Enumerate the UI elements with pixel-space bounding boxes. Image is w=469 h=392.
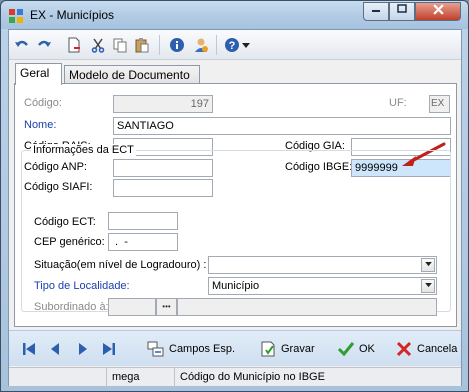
status-bar: mega Código do Município no IBGE	[9, 367, 461, 387]
uf-label: UF:	[389, 97, 407, 109]
cut-button[interactable]	[88, 35, 108, 55]
municipios-window: EX - Municípios ? Geral Modelo de Docume…	[0, 0, 469, 392]
help-icon: ?	[225, 38, 239, 52]
user-icon	[195, 38, 208, 52]
tipo-localidade-dropdown-button[interactable]	[421, 279, 435, 293]
tab-geral-label: Geral	[20, 66, 50, 80]
situacao-select[interactable]	[208, 256, 437, 274]
undo-button[interactable]	[12, 35, 32, 55]
ect-group-title: Informações da ECT	[31, 144, 136, 156]
tab-modelo-documento-label: Modelo de Documento	[69, 68, 190, 82]
campos-esp-button[interactable]: Campos Esp.	[147, 339, 235, 359]
user-button[interactable]	[191, 35, 211, 55]
campos-esp-label: Campos Esp.	[169, 343, 236, 355]
close-icon	[432, 4, 444, 15]
nome-label: Nome:	[24, 119, 57, 131]
copy-icon	[113, 38, 127, 53]
cancela-button[interactable]: Cancela	[395, 339, 457, 359]
info-icon	[170, 38, 184, 52]
toolbar: ?	[9, 30, 461, 60]
minimize-button[interactable]	[363, 2, 389, 21]
ok-label: OK	[359, 343, 375, 355]
codigo-ect-label: Código ECT:	[34, 216, 96, 228]
new-document-button[interactable]	[64, 35, 84, 55]
gravar-button[interactable]: Gravar	[259, 339, 315, 359]
maximize-icon	[397, 4, 407, 13]
first-record-icon[interactable]	[21, 341, 37, 357]
last-record-icon[interactable]	[101, 341, 117, 357]
status-cell-user: mega	[107, 368, 175, 387]
toolbar-separator	[216, 35, 217, 55]
subordinado-code-field	[108, 298, 156, 316]
subordinado-lookup-button[interactable]: •••	[156, 298, 177, 316]
ok-button[interactable]: OK	[337, 339, 375, 359]
gravar-label: Gravar	[281, 343, 315, 355]
toolbar-separator	[159, 35, 160, 55]
tipo-localidade-value: Município	[212, 280, 260, 292]
chevron-down-icon	[424, 283, 432, 288]
status-cell-hint: Código do Município no IBGE	[180, 371, 325, 383]
nome-field[interactable]: SANTIAGO	[113, 117, 451, 135]
previous-record-icon[interactable]	[47, 341, 63, 357]
cancel-x-icon	[396, 341, 412, 357]
paste-button[interactable]	[132, 35, 152, 55]
cep-generico-label: CEP genérico:	[34, 236, 105, 248]
tab-geral[interactable]: Geral	[15, 63, 62, 85]
new-document-icon	[68, 37, 80, 53]
tab-modelo-documento[interactable]: Modelo de Documento	[64, 65, 200, 85]
minimize-icon	[372, 10, 380, 12]
help-dropdown-button[interactable]	[240, 35, 252, 55]
chevron-down-icon	[424, 262, 432, 267]
subordinado-name-field	[177, 298, 437, 316]
close-button[interactable]	[415, 2, 461, 21]
maximize-button[interactable]	[389, 2, 415, 21]
app-icon	[9, 9, 23, 23]
tipo-localidade-label: Tipo de Localidade:	[34, 280, 130, 292]
codigo-field: 197	[113, 95, 213, 113]
situacao-label: Situação(em nível de Logradouro) :	[34, 259, 207, 271]
title-bar[interactable]: EX - Municípios	[1, 1, 468, 29]
subordinado-label: Subordinado à:	[34, 301, 109, 313]
special-fields-icon	[147, 341, 164, 357]
status-cell-1	[9, 368, 107, 387]
codigo-ect-field[interactable]	[108, 212, 178, 230]
uf-field: EX	[429, 95, 450, 113]
save-icon	[261, 341, 275, 357]
window-title: EX - Municípios	[30, 8, 115, 22]
help-button[interactable]: ?	[222, 35, 242, 55]
next-record-icon[interactable]	[75, 341, 91, 357]
cancela-label: Cancela	[417, 343, 458, 355]
svg-text:?: ?	[229, 40, 236, 52]
cep-generico-field[interactable]: . -	[108, 233, 178, 251]
redo-button[interactable]	[34, 35, 54, 55]
client-area: ? Geral Modelo de Documento Código: 197 …	[8, 29, 462, 387]
info-button[interactable]	[167, 35, 187, 55]
action-bar: Campos Esp. Gravar OK Cancela	[9, 330, 461, 366]
codigo-label: Código:	[24, 97, 62, 109]
situacao-dropdown-button[interactable]	[421, 258, 435, 272]
undo-icon	[15, 40, 28, 47]
copy-button[interactable]	[110, 35, 130, 55]
checkmark-icon	[337, 342, 355, 357]
scissors-icon	[91, 38, 105, 53]
chevron-down-icon	[242, 43, 250, 48]
paste-icon	[135, 38, 149, 53]
tipo-localidade-select[interactable]: Município	[208, 277, 437, 295]
redo-icon	[38, 40, 51, 47]
